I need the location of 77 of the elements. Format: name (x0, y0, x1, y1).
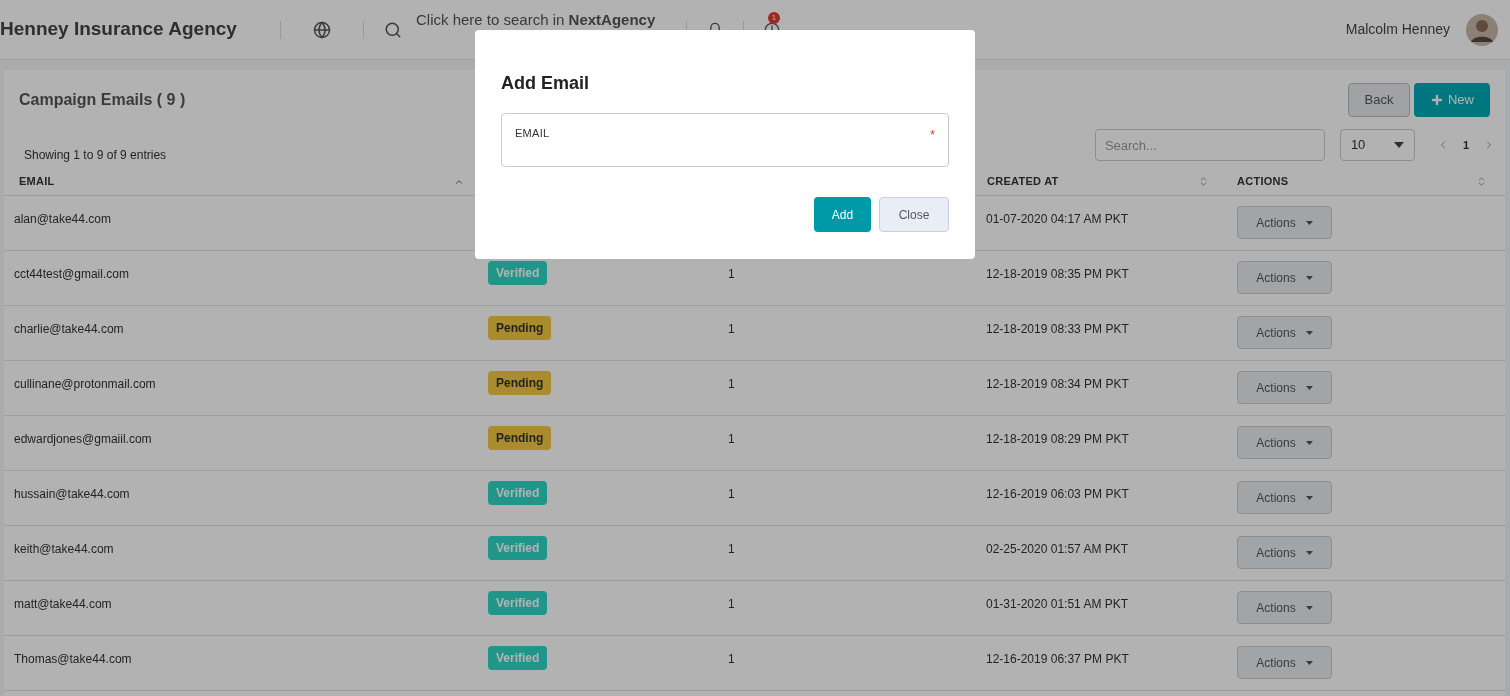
column-header[interactable]: CREATED AT (987, 173, 1059, 190)
table-search-field[interactable]: Search... (1094, 129, 1325, 161)
globe-icon[interactable] (313, 20, 331, 39)
caret-icon (1305, 495, 1313, 500)
caret-icon (1305, 330, 1313, 335)
entries-info: Showing 1 to 9 of 9 entries (24, 147, 167, 164)
created-at-cell-text: 01-07-2020 04:17 AM PKT (985, 211, 1130, 228)
caret-icon (1305, 440, 1313, 445)
status-badge: Pending (488, 316, 552, 340)
caret-icon (1393, 142, 1404, 148)
status-badge: Verified (488, 536, 548, 560)
caret-icon (1305, 275, 1313, 280)
add-button[interactable]: Add (814, 197, 871, 232)
created-at-cell-text: 01-31-2020 01:51 AM PKT (985, 596, 1130, 613)
count-cell-text: 1 (727, 431, 735, 448)
email-field[interactable]: EMAIL * (501, 113, 949, 167)
created-at-cell-text: 12-18-2019 08:35 PM PKT (985, 266, 1130, 283)
status-badge: Verified (488, 481, 548, 505)
email-cell-text: edwardjones@gmaiil.com (13, 431, 153, 448)
created-at-cell-text: 12-18-2019 08:34 PM PKT (985, 376, 1130, 393)
count-cell-text: 1 (727, 486, 735, 503)
email-cell-text: charlie@take44.com (13, 321, 125, 338)
required-mark: * (929, 126, 935, 139)
new-button[interactable]: New (1414, 83, 1490, 117)
actions-dropdown[interactable]: Actions (1237, 316, 1332, 349)
column-header[interactable]: EMAIL (19, 173, 55, 190)
actions-dropdown[interactable]: Actions (1237, 646, 1332, 679)
status-badge: Pending (488, 426, 552, 450)
field-label: EMAIL (515, 126, 550, 139)
actions-dropdown[interactable]: Actions (1237, 481, 1332, 514)
email-cell-text: Thomas@take44.com (13, 651, 133, 668)
caret-icon (1305, 385, 1313, 390)
search-icon[interactable] (384, 20, 402, 39)
email-cell-text: matt@take44.com (13, 596, 113, 613)
count-cell-text: 1 (727, 376, 735, 393)
user-name[interactable]: Malcolm Henney (1345, 19, 1450, 40)
status-badge: Verified (488, 261, 548, 285)
email-cell-text: keith@take44.com (13, 541, 115, 558)
dialog-title: Add Email (501, 72, 590, 95)
created-at-cell-text: 02-25-2020 01:57 AM PKT (985, 541, 1130, 558)
created-at-cell-text: 12-16-2019 06:03 PM PKT (985, 486, 1130, 503)
email-cell-text: alan@take44.com (13, 211, 112, 228)
created-at-cell-text: 12-18-2019 08:29 PM PKT (985, 431, 1130, 448)
agency-name: Henney Insurance Agency (0, 17, 238, 42)
caret-icon (1305, 220, 1313, 225)
back-button[interactable]: Back (1348, 83, 1410, 117)
count-cell-text: 1 (727, 541, 735, 558)
notification-badge: 1 (768, 11, 780, 24)
caret-icon (1305, 605, 1313, 610)
created-at-cell-text: 12-18-2019 08:33 PM PKT (985, 321, 1130, 338)
created-at-cell-text: 12-16-2019 06:37 PM PKT (985, 651, 1130, 668)
actions-dropdown[interactable]: Actions (1237, 426, 1332, 459)
actions-dropdown[interactable]: Actions (1237, 261, 1332, 294)
caret-icon (1305, 660, 1313, 665)
count-cell-text: 1 (727, 321, 735, 338)
actions-dropdown[interactable]: Actions (1237, 591, 1332, 624)
status-badge: Verified (488, 591, 548, 615)
status-badge: Pending (488, 371, 552, 395)
email-cell-text: cullinane@protonmail.com (13, 376, 157, 393)
status-badge: Verified (488, 646, 548, 670)
count-cell-text: 1 (727, 266, 735, 283)
page-title: Campaign Emails ( 9 ) (19, 90, 186, 110)
actions-dropdown[interactable]: Actions (1237, 536, 1332, 569)
global-search-field[interactable]: Click here to search in NextAgency (416, 11, 686, 28)
actions-dropdown[interactable]: Actions (1237, 371, 1332, 404)
close-button[interactable]: Close (879, 197, 949, 232)
page-link[interactable]: 1 (1462, 136, 1469, 154)
caret-icon (1305, 550, 1313, 555)
plus-icon (1430, 93, 1444, 107)
page-size-select[interactable]: 10 (1339, 129, 1415, 161)
actions-dropdown[interactable]: Actions (1237, 206, 1332, 239)
column-header[interactable]: ACTIONS (1237, 173, 1289, 190)
count-cell-text: 1 (727, 596, 735, 613)
email-cell-text: cct44test@gmail.com (13, 266, 130, 283)
avatar-icon[interactable] (1466, 13, 1498, 46)
email-cell-text: hussain@take44.com (13, 486, 131, 503)
count-cell-text: 1 (727, 651, 735, 668)
